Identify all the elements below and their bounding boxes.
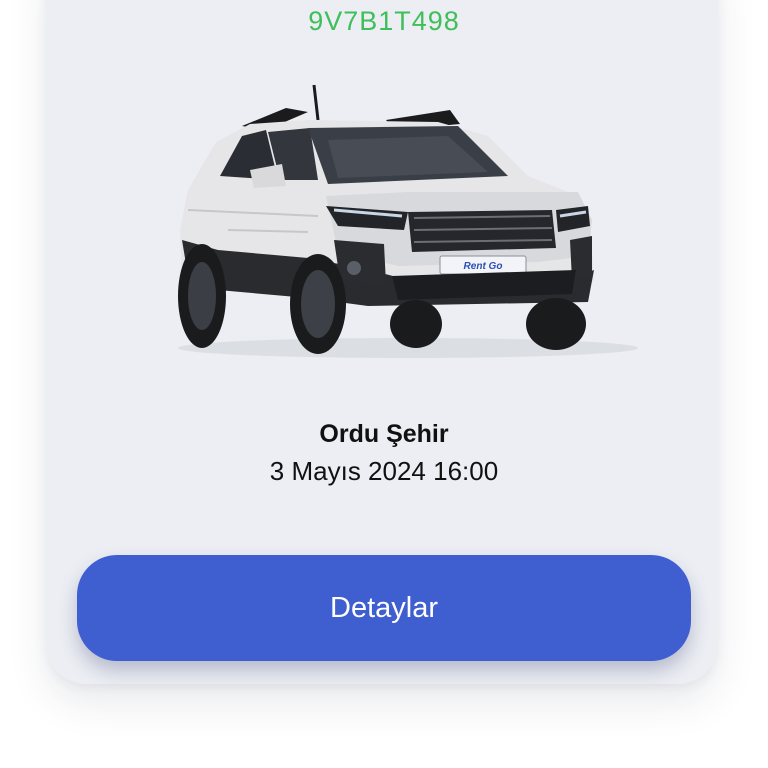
details-button[interactable]: Detaylar: [77, 555, 691, 661]
pickup-location: Ordu Şehir: [319, 420, 449, 448]
pickup-datetime: 3 Mayıs 2024 16:00: [269, 456, 499, 486]
license-plate: 9V7B1T498: [308, 6, 460, 36]
car-image: Rent Go: [178, 84, 638, 358]
car-plate-label: Rent Go: [464, 261, 503, 272]
screen: j 9V7B1T498 Rent Go: [0, 0, 768, 768]
